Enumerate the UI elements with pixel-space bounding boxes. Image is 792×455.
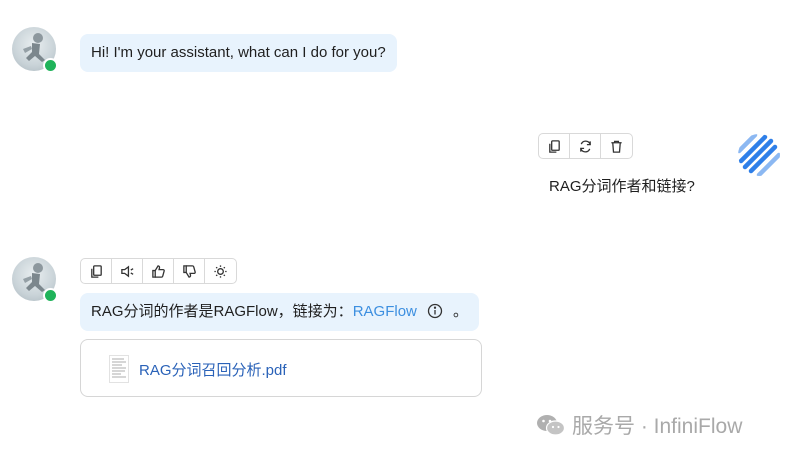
copy-button[interactable] (539, 134, 570, 158)
regenerate-button[interactable] (570, 134, 601, 158)
assistant-message-toolbar (80, 258, 237, 284)
watermark-text: 服务号 · InfiniFlow (572, 415, 743, 438)
document-reference-card[interactable]: RAG分词召回分析.pdf (80, 339, 482, 397)
delete-button[interactable] (601, 134, 632, 158)
assistant-greeting-bubble: Hi! I'm your assistant, what can I do fo… (80, 34, 397, 72)
read-aloud-button[interactable] (112, 259, 143, 283)
insight-button[interactable] (205, 259, 236, 283)
copy-icon (90, 264, 102, 278)
pdf-thumbnail-icon (109, 355, 129, 383)
online-status-dot (43, 58, 58, 73)
info-icon[interactable] (427, 303, 443, 319)
wechat-icon (537, 415, 566, 436)
dislike-button[interactable] (174, 259, 205, 283)
copy-icon (548, 139, 560, 153)
speaker-icon (120, 265, 133, 277)
assistant-greeting-text: Hi! I'm your assistant, what can I do fo… (91, 44, 386, 61)
answer-text: RAG分词的作者是RAGFlow，链接为： (91, 303, 353, 320)
lightbulb-icon (214, 264, 227, 278)
copy-button[interactable] (81, 259, 112, 283)
user-message-toolbar (538, 133, 633, 159)
user-avatar (737, 133, 781, 177)
answer-text-end: 。 (453, 303, 469, 320)
like-button[interactable] (143, 259, 174, 283)
watermark: 服务号 · InfiniFlow (536, 410, 742, 440)
user-stripes-icon (738, 134, 780, 176)
thumbs-down-icon (182, 264, 196, 278)
user-message-text: RAG分词作者和链接? (549, 178, 695, 195)
thumbs-up-icon (151, 264, 165, 278)
regenerate-icon (579, 140, 591, 152)
online-status-dot (43, 288, 58, 303)
answer-source-link[interactable]: RAGFlow (353, 303, 417, 320)
document-file-name[interactable]: RAG分词召回分析.pdf (139, 359, 287, 380)
delete-icon (611, 140, 622, 153)
assistant-answer-bubble: RAG分词的作者是RAGFlow，链接为：RAGFlow 。 (80, 293, 480, 331)
